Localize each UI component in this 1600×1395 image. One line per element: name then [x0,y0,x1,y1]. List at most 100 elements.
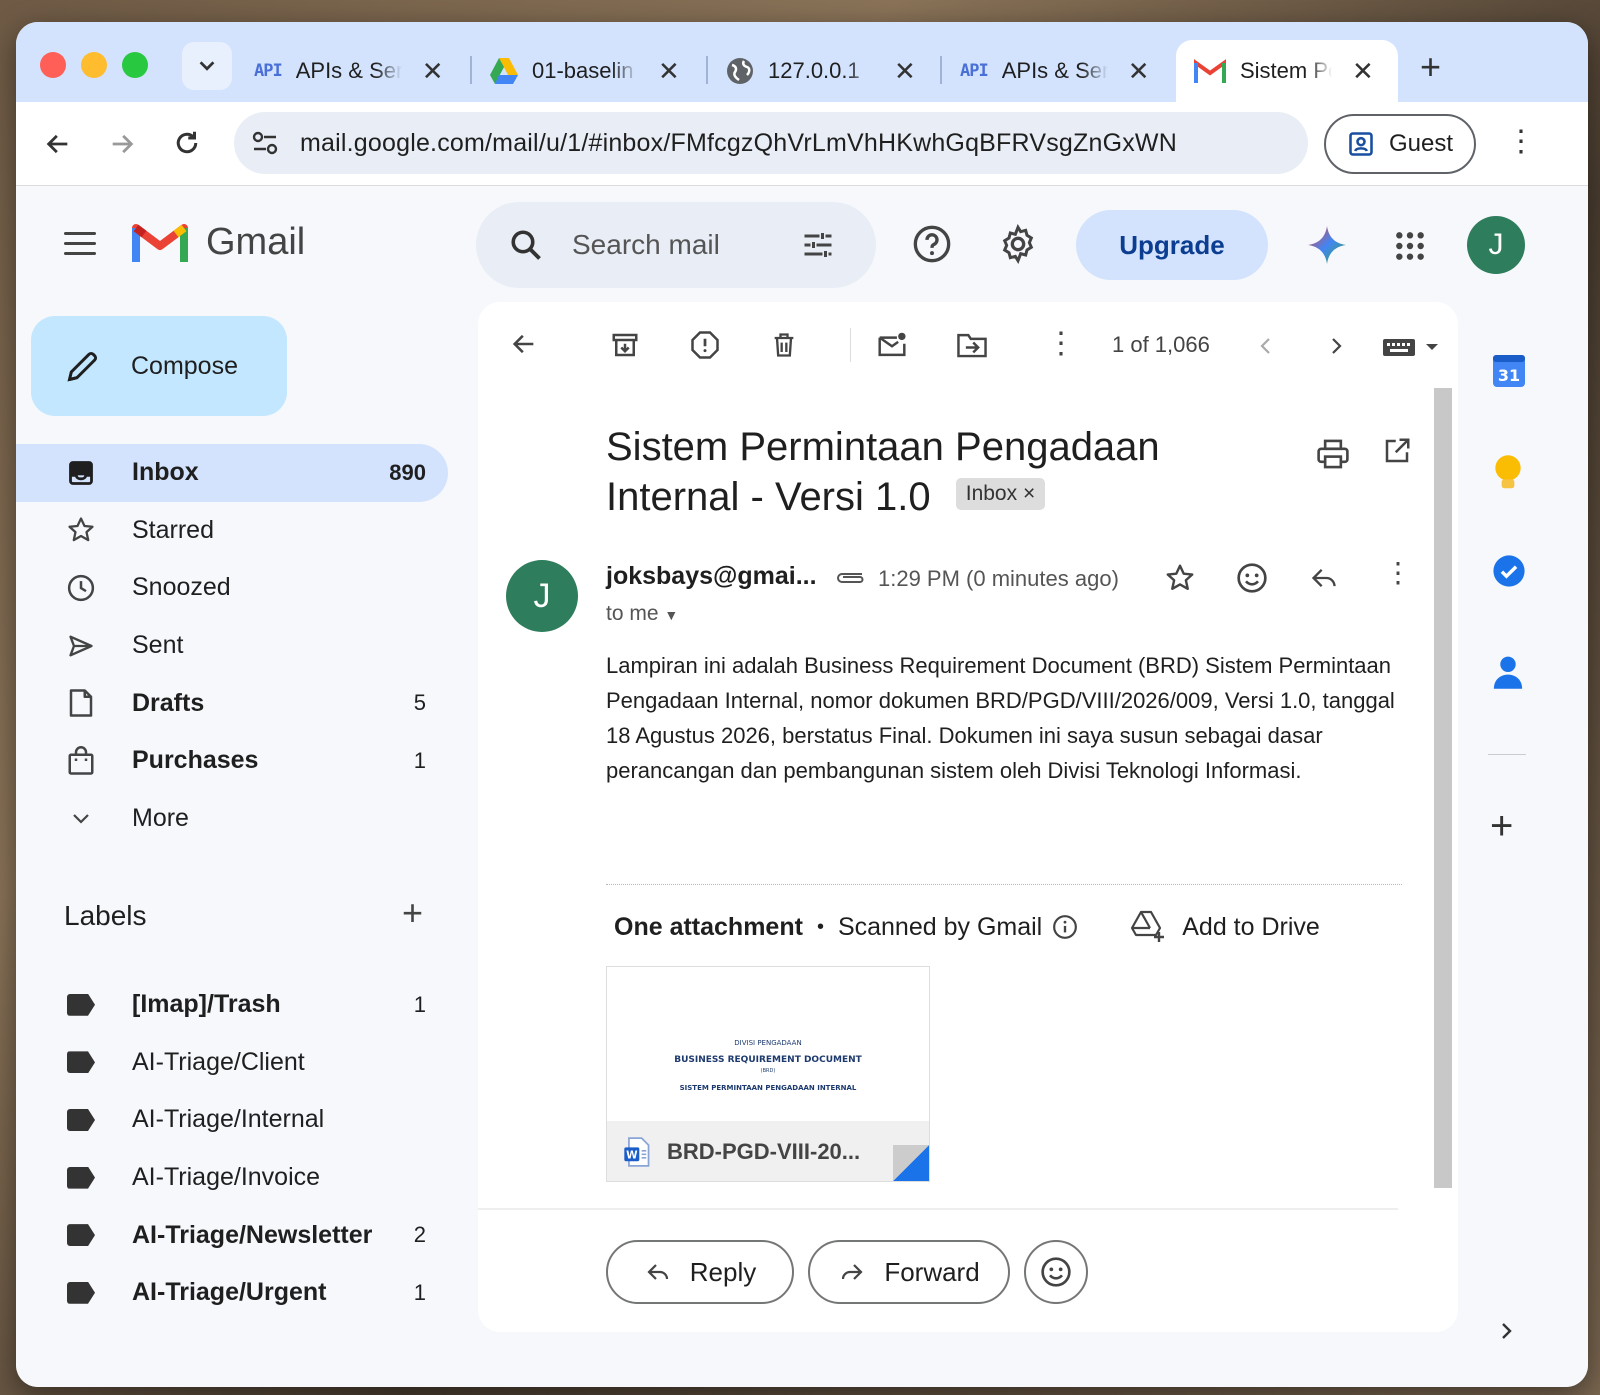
gemini-sparkle-icon[interactable] [1308,226,1346,264]
nav-label: Snoozed [132,573,231,602]
gmail-logo-icon [132,224,188,262]
reload-icon[interactable] [172,128,202,158]
nav-item-more[interactable]: More [16,790,448,848]
calendar-icon[interactable]: 31 [1492,352,1526,388]
nav-item-inbox[interactable]: Inbox 890 [16,444,448,502]
minimize-window-button[interactable] [81,52,107,78]
create-label-button[interactable]: + [402,892,423,934]
add-to-drive-button[interactable]: Add to Drive [1130,910,1320,944]
mail-nav: Inbox 890 Starred Snoozed Sent Drafts 5 [16,444,448,847]
report-spam-icon[interactable] [690,330,720,360]
move-to-icon[interactable] [956,330,988,360]
new-tab-button[interactable]: + [1420,46,1441,88]
close-window-button[interactable] [40,52,66,78]
search-icon[interactable] [508,227,544,263]
close-icon[interactable]: ✕ [422,56,444,87]
search-bar[interactable]: Search mail [476,202,876,288]
sender-name[interactable]: joksbays@gmai... [606,562,817,591]
delete-trash-icon[interactable] [770,330,798,360]
label-item[interactable]: AI-Triage/Urgent 1 [16,1264,448,1322]
reply-icon[interactable] [1308,564,1340,592]
paperclip-icon [837,573,864,583]
older-chevron-icon[interactable] [1324,334,1348,358]
browser-tab-active[interactable]: Sistem Pe ✕ [1176,40,1398,102]
google-drive-icon [490,58,518,84]
close-icon[interactable]: ✕ [658,56,680,87]
back-to-inbox-icon[interactable] [510,330,538,358]
gmail-app: Gmail Search mail Upgrade J Compose Inbo… [16,186,1588,1387]
tab-search-button[interactable] [182,42,232,90]
browser-tab[interactable]: 127.0.0.1 ✕ [708,40,934,102]
account-avatar[interactable]: J [1467,216,1525,274]
archive-icon[interactable] [610,330,640,360]
remove-label-icon[interactable]: × [1023,482,1035,505]
label-tag-icon [67,1166,95,1189]
nav-item-snoozed[interactable]: Snoozed [16,559,448,617]
main-menu-icon[interactable] [64,232,96,262]
help-icon[interactable] [912,224,952,264]
attachment-footer: W BRD-PGD-VIII-20... [607,1121,929,1181]
forward-label: Forward [884,1256,980,1287]
label-item[interactable]: AI-Triage/Internal [16,1091,448,1149]
label-count: 1 [413,1279,426,1305]
close-icon[interactable]: ✕ [894,56,916,87]
forward-arrow-icon[interactable] [108,130,136,158]
browser-tab[interactable]: API APIs & Ser ✕ [236,40,462,102]
emoji-react-icon[interactable] [1236,562,1268,594]
close-icon[interactable]: ✕ [1352,56,1374,87]
contacts-person-icon[interactable] [1492,654,1524,690]
compose-button[interactable]: Compose [31,316,287,416]
gmail-wordmark: Gmail [206,220,306,263]
settings-gear-icon[interactable] [998,224,1038,264]
back-arrow-icon[interactable] [44,130,72,158]
message-more-icon[interactable]: ⋮ [1384,556,1412,589]
browser-tab[interactable]: 01-baselin ✕ [472,40,698,102]
show-side-panel-chevron-icon[interactable] [1494,1318,1518,1344]
gmail-logo[interactable]: Gmail [132,220,305,264]
url-bar[interactable]: mail.google.com/mail/u/1/#inbox/FMfcgzQh… [234,112,1308,174]
emoji-reaction-button[interactable] [1024,1240,1088,1304]
browser-tab[interactable]: API APIs & Ser ✕ [942,40,1168,102]
recipient-toggle[interactable]: to me ▼ [606,602,678,626]
nav-item-drafts[interactable]: Drafts 5 [16,674,448,732]
info-icon[interactable] [1052,914,1078,940]
rail-divider [1488,754,1526,755]
nav-item-sent[interactable]: Sent [16,617,448,675]
scrollbar[interactable] [1434,388,1452,1188]
label-item[interactable]: AI-Triage/Client [16,1034,448,1092]
get-addons-plus-icon[interactable]: + [1490,804,1513,849]
apps-grid-icon[interactable] [1394,230,1426,262]
maximize-window-button[interactable] [122,52,148,78]
unread-count: 890 [389,459,426,485]
upgrade-button[interactable]: Upgrade [1076,210,1268,280]
star-icon[interactable] [1164,562,1196,594]
browser-menu-icon[interactable]: ⋮ [1506,124,1536,159]
tasks-check-icon[interactable] [1492,554,1526,588]
search-options-icon[interactable] [800,227,836,263]
keyboard-input-icon[interactable] [1382,336,1442,358]
keep-bulb-icon[interactable] [1492,454,1524,492]
label-item[interactable]: AI-Triage/Newsletter 2 [16,1206,448,1264]
attachment-card[interactable]: DIVISI PENGADAAN BUSINESS REQUIREMENT DO… [606,966,930,1182]
search-input[interactable]: Search mail [572,229,720,261]
more-actions-icon[interactable]: ⋮ [1046,326,1076,361]
site-settings-icon[interactable] [250,128,280,158]
reply-button[interactable]: Reply [606,1240,794,1304]
label-item[interactable]: [Imap]/Trash 1 [16,976,448,1034]
tab-strip: API APIs & Ser ✕ 01-baselin ✕ 127.0.0.1 … [16,22,1588,102]
subject-text: Sistem Permintaan Pengadaan Internal - V… [606,425,1160,519]
sender-avatar[interactable]: J [506,560,578,632]
print-icon[interactable] [1316,438,1350,470]
forward-button[interactable]: Forward [808,1240,1010,1304]
label-item[interactable]: AI-Triage/Invoice [16,1149,448,1207]
newer-chevron-icon[interactable] [1254,334,1278,358]
close-icon[interactable]: ✕ [1128,56,1150,87]
profile-button[interactable]: Guest [1324,114,1476,174]
nav-item-purchases[interactable]: Purchases 1 [16,732,448,790]
preview-line: BUSINESS REQUIREMENT DOCUMENT [674,1055,862,1065]
open-new-window-icon[interactable] [1382,436,1412,466]
nav-item-starred[interactable]: Starred [16,502,448,560]
label-tag-icon [67,993,95,1016]
mark-unread-icon[interactable] [876,330,908,360]
folder-chip[interactable]: Inbox × [955,478,1046,511]
